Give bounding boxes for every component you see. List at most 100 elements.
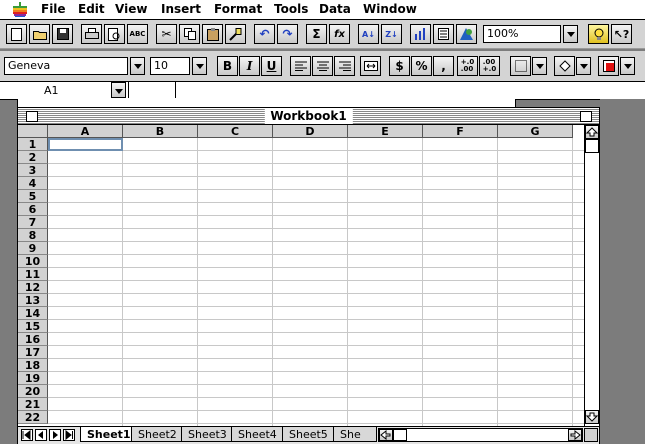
scroll-down-arrow[interactable] [585, 410, 599, 424]
sort-ascending-icon[interactable]: A↓ [358, 24, 379, 44]
apple-menu-icon[interactable] [13, 2, 27, 17]
formula-input[interactable] [176, 82, 645, 98]
row-header[interactable]: 8 [18, 229, 48, 242]
fill-color-dropdown-arrow[interactable] [576, 57, 591, 75]
increase-decimal-icon[interactable]: +.0.00 [457, 56, 478, 76]
new-document-icon[interactable] [6, 24, 27, 44]
row-header[interactable]: 21 [18, 398, 48, 411]
first-sheet-icon[interactable] [21, 429, 33, 441]
align-right-icon[interactable] [334, 56, 355, 76]
print-icon[interactable] [81, 24, 102, 44]
redo-icon[interactable]: ↷ [277, 24, 298, 44]
fill-color-icon[interactable] [554, 56, 575, 76]
menu-file[interactable]: File [41, 2, 66, 16]
save-icon[interactable] [52, 24, 73, 44]
spreadsheet-grid[interactable]: ABCDEFG 1 2 3 4 5 6 7 8 9 10 11 12 13 14 15 16 17 18 19 20 2… [18, 125, 584, 426]
hscroll-thumb[interactable] [393, 429, 407, 441]
font-name-field[interactable]: Geneva [4, 57, 128, 75]
underline-button[interactable]: U [261, 56, 282, 76]
menu-format[interactable]: Format [214, 2, 262, 16]
merge-center-icon[interactable] [360, 56, 381, 76]
zoom-dropdown-arrow[interactable] [563, 25, 578, 43]
format-painter-icon[interactable] [225, 24, 246, 44]
column-header[interactable]: D [273, 125, 348, 138]
window-title-bar[interactable]: Workbook1 [18, 108, 599, 125]
cut-icon[interactable]: ✂ [156, 24, 177, 44]
row-header[interactable]: 2 [18, 151, 48, 164]
row-header[interactable]: 1 [18, 138, 48, 151]
active-cell-selection[interactable] [48, 138, 123, 151]
row-header[interactable]: 15 [18, 320, 48, 333]
prev-sheet-icon[interactable] [35, 429, 47, 441]
menu-tools[interactable]: Tools [274, 2, 308, 16]
drawing-icon[interactable] [456, 24, 477, 44]
row-header[interactable]: 3 [18, 164, 48, 177]
row-header[interactable]: 18 [18, 359, 48, 372]
borders-icon[interactable] [510, 56, 531, 76]
currency-button[interactable]: $ [389, 56, 410, 76]
scroll-right-arrow[interactable] [568, 429, 582, 441]
bold-button[interactable]: B [217, 56, 238, 76]
row-header[interactable]: 20 [18, 385, 48, 398]
menu-data[interactable]: Data [319, 2, 351, 16]
column-header[interactable]: A [48, 125, 123, 138]
autosum-icon[interactable]: Σ [306, 24, 327, 44]
row-header[interactable]: 14 [18, 307, 48, 320]
horizontal-scrollbar[interactable] [378, 428, 583, 442]
row-header[interactable]: 5 [18, 190, 48, 203]
zoom-control[interactable]: 100% [483, 25, 561, 43]
select-all-corner[interactable] [18, 125, 48, 138]
function-wizard-icon[interactable]: fx [329, 24, 350, 44]
row-header[interactable]: 9 [18, 242, 48, 255]
sheet-tab-sheet5[interactable]: Sheet5 [282, 427, 335, 442]
percent-button[interactable]: % [411, 56, 432, 76]
sheet-tab-sheet1[interactable]: Sheet1 [80, 427, 138, 442]
next-sheet-icon[interactable] [49, 429, 61, 441]
font-size-field[interactable]: 10 [150, 57, 190, 75]
close-box-icon[interactable] [26, 111, 38, 122]
paste-icon[interactable] [202, 24, 223, 44]
row-header[interactable]: 7 [18, 216, 48, 229]
spelling-icon[interactable]: ABC [127, 24, 148, 44]
column-header[interactable]: F [423, 125, 498, 138]
sheet-tab-sheet4[interactable]: Sheet4 [231, 427, 284, 442]
align-left-icon[interactable] [290, 56, 311, 76]
italic-button[interactable]: I [239, 56, 260, 76]
tipwizard-icon[interactable] [588, 24, 609, 44]
zoom-box-icon[interactable] [580, 111, 592, 122]
row-header[interactable]: 17 [18, 346, 48, 359]
sheet-tab-sheet2[interactable]: Sheet2 [131, 427, 184, 442]
menu-edit[interactable]: Edit [78, 2, 105, 16]
column-header[interactable]: B [123, 125, 198, 138]
scroll-thumb[interactable] [585, 139, 599, 153]
last-sheet-icon[interactable] [63, 429, 75, 441]
text-box-icon[interactable] [433, 24, 454, 44]
sheet-tab-partial[interactable]: She [333, 427, 377, 442]
align-center-icon[interactable] [312, 56, 333, 76]
comma-button[interactable]: , [433, 56, 454, 76]
row-header[interactable]: 10 [18, 255, 48, 268]
row-header[interactable]: 19 [18, 372, 48, 385]
print-preview-icon[interactable] [104, 24, 125, 44]
menu-window[interactable]: Window [363, 2, 417, 16]
chart-wizard-icon[interactable] [410, 24, 431, 44]
row-header[interactable]: 6 [18, 203, 48, 216]
font-color-dropdown-arrow[interactable] [620, 57, 635, 75]
name-box[interactable]: A1 [0, 82, 110, 99]
font-color-icon[interactable] [598, 56, 619, 76]
scroll-up-arrow[interactable] [585, 125, 599, 139]
open-folder-icon[interactable] [29, 24, 50, 44]
column-header[interactable]: C [198, 125, 273, 138]
vertical-scrollbar[interactable] [584, 125, 599, 426]
menu-view[interactable]: View [115, 2, 147, 16]
row-header[interactable]: 11 [18, 268, 48, 281]
sort-descending-icon[interactable]: Z↓ [381, 24, 402, 44]
row-header[interactable]: 22 [18, 411, 48, 424]
decrease-decimal-icon[interactable]: .00 +.0 [479, 56, 500, 76]
undo-icon[interactable]: ↶ [254, 24, 275, 44]
name-box-dropdown-arrow[interactable] [111, 82, 126, 98]
sheet-tab-sheet3[interactable]: Sheet3 [181, 427, 234, 442]
row-header[interactable]: 12 [18, 281, 48, 294]
column-header[interactable]: E [348, 125, 423, 138]
column-header[interactable]: G [498, 125, 573, 138]
